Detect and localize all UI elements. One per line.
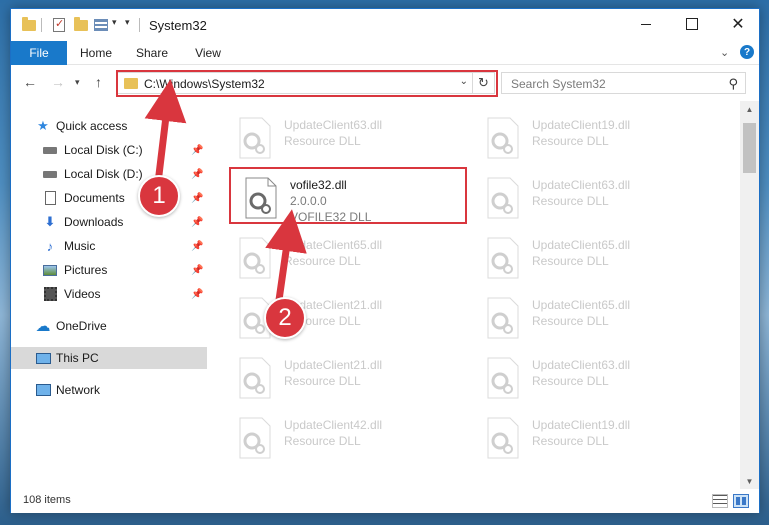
videos-icon [42, 286, 58, 302]
back-arrow-icon[interactable]: ← [23, 74, 37, 90]
pin-icon[interactable]: 📌 [191, 145, 203, 156]
toolbar-divider [41, 18, 42, 32]
list-item[interactable]: UpdateClient21.dll Resource DLL [232, 349, 462, 401]
sidebar-item-music[interactable]: ♪ Music 📌 [11, 235, 207, 257]
list-item[interactable]: UpdateClient42.dll Resource DLL [232, 409, 462, 461]
dll-file-icon [487, 117, 519, 159]
sidebar-item-local-disk-d[interactable]: Local Disk (D:) 📌 [11, 163, 207, 185]
help-icon[interactable]: ? [740, 45, 754, 59]
scrollbar-thumb[interactable] [743, 123, 756, 173]
sidebar-item-downloads[interactable]: ⬇ Downloads 📌 [11, 211, 207, 233]
pin-icon[interactable]: 📌 [191, 193, 203, 204]
pin-icon[interactable]: 📌 [191, 289, 203, 300]
pin-icon[interactable]: 📌 [191, 169, 203, 180]
dll-file-icon [487, 177, 519, 219]
address-bar-highlight [116, 70, 498, 97]
search-icon: ⚲ [728, 76, 738, 91]
toolbar-divider [139, 18, 140, 32]
dll-file-icon [239, 417, 271, 459]
dll-file-icon [487, 357, 519, 399]
download-icon: ⬇ [44, 214, 56, 229]
sidebar-item-local-disk-c[interactable]: Local Disk (C:) 📌 [11, 139, 207, 161]
maximize-button[interactable] [669, 9, 715, 39]
forward-arrow-icon[interactable]: → [51, 74, 65, 90]
ribbon-tabs: File Home Share View ⌄ ? [11, 41, 759, 65]
properties-icon[interactable] [51, 17, 67, 33]
file-list: UpdateClient63.dll Resource DLL vofile32… [216, 101, 740, 489]
sidebar-item-network[interactable]: Network [11, 379, 207, 401]
view-options-icon[interactable] [93, 17, 109, 33]
list-item[interactable]: UpdateClient63.dll Resource DLL [480, 169, 710, 221]
close-button[interactable]: ✕ [715, 9, 761, 39]
pin-icon[interactable]: 📌 [191, 217, 203, 228]
vertical-scrollbar[interactable]: ▲ ▼ [740, 101, 759, 489]
list-item[interactable]: UpdateClient65.dll Resource DLL [232, 229, 462, 281]
sidebar-item-quick-access[interactable]: ★ Quick access [11, 115, 207, 137]
list-item[interactable]: UpdateClient65.dll Resource DLL [480, 289, 710, 341]
title-bar: ▾ ▾ System32 ✕ [11, 9, 759, 41]
star-icon: ★ [37, 118, 49, 133]
computer-icon [35, 350, 51, 366]
status-bar: 108 items [11, 489, 759, 513]
large-icons-view-icon[interactable] [733, 494, 749, 508]
expand-ribbon-icon[interactable]: ⌄ [720, 46, 729, 59]
file-explorer-window: ▾ ▾ System32 ✕ File Home Share View ⌄ ? … [10, 8, 760, 513]
pictures-icon [42, 262, 58, 278]
step-1-badge: 1 [138, 175, 180, 217]
list-item[interactable]: UpdateClient63.dll Resource DLL [232, 109, 462, 161]
sidebar-item-pictures[interactable]: Pictures 📌 [11, 259, 207, 281]
item-count: 108 items [23, 494, 71, 506]
sidebar-item-this-pc[interactable]: This PC [11, 347, 207, 369]
selected-file-highlight [229, 167, 467, 224]
pin-icon[interactable]: 📌 [191, 241, 203, 252]
dll-file-icon [487, 297, 519, 339]
up-arrow-icon[interactable]: ↑ [95, 74, 102, 90]
network-icon [35, 382, 51, 398]
documents-icon [42, 190, 58, 206]
search-input[interactable]: Search System32 [511, 77, 606, 91]
minimize-button[interactable] [623, 9, 669, 39]
tab-home[interactable]: Home [73, 41, 119, 65]
step-2-badge: 2 [264, 297, 306, 339]
chevron-down-icon[interactable]: ▾ [112, 17, 117, 28]
dll-file-icon [487, 417, 519, 459]
tab-file[interactable]: File [11, 41, 67, 65]
search-box[interactable]: Search System32 ⚲ [501, 72, 746, 94]
dll-file-icon [487, 237, 519, 279]
new-folder-icon[interactable] [73, 16, 89, 33]
pin-icon[interactable]: 📌 [191, 265, 203, 276]
tab-share[interactable]: Share [129, 41, 175, 65]
close-icon: ✕ [731, 16, 745, 33]
dll-file-icon [239, 357, 271, 399]
folder-icon [21, 16, 37, 33]
music-icon: ♪ [46, 238, 54, 254]
list-item[interactable]: UpdateClient19.dll Resource DLL [480, 109, 710, 161]
tab-view[interactable]: View [185, 41, 231, 65]
sidebar-item-videos[interactable]: Videos 📌 [11, 283, 207, 305]
customize-toolbar-icon[interactable]: ▾ [125, 17, 130, 28]
list-item[interactable]: UpdateClient63.dll Resource DLL [480, 349, 710, 401]
dll-file-icon [239, 237, 271, 279]
drive-icon [42, 166, 58, 182]
window-title: System32 [149, 18, 207, 33]
recent-locations-icon[interactable]: ▾ [75, 77, 80, 88]
navigation-pane: ★ Quick access Local Disk (C:) 📌 Local D… [11, 101, 207, 489]
cloud-icon: ☁ [35, 318, 51, 335]
sidebar-item-onedrive[interactable]: ☁ OneDrive [11, 315, 207, 337]
drive-icon [42, 142, 58, 158]
scroll-down-icon[interactable]: ▼ [740, 473, 759, 489]
scroll-up-icon[interactable]: ▲ [740, 101, 759, 117]
details-view-icon[interactable] [712, 494, 728, 508]
list-item[interactable]: UpdateClient65.dll Resource DLL [480, 229, 710, 281]
list-item[interactable]: UpdateClient19.dll Resource DLL [480, 409, 710, 461]
dll-file-icon [239, 117, 271, 159]
